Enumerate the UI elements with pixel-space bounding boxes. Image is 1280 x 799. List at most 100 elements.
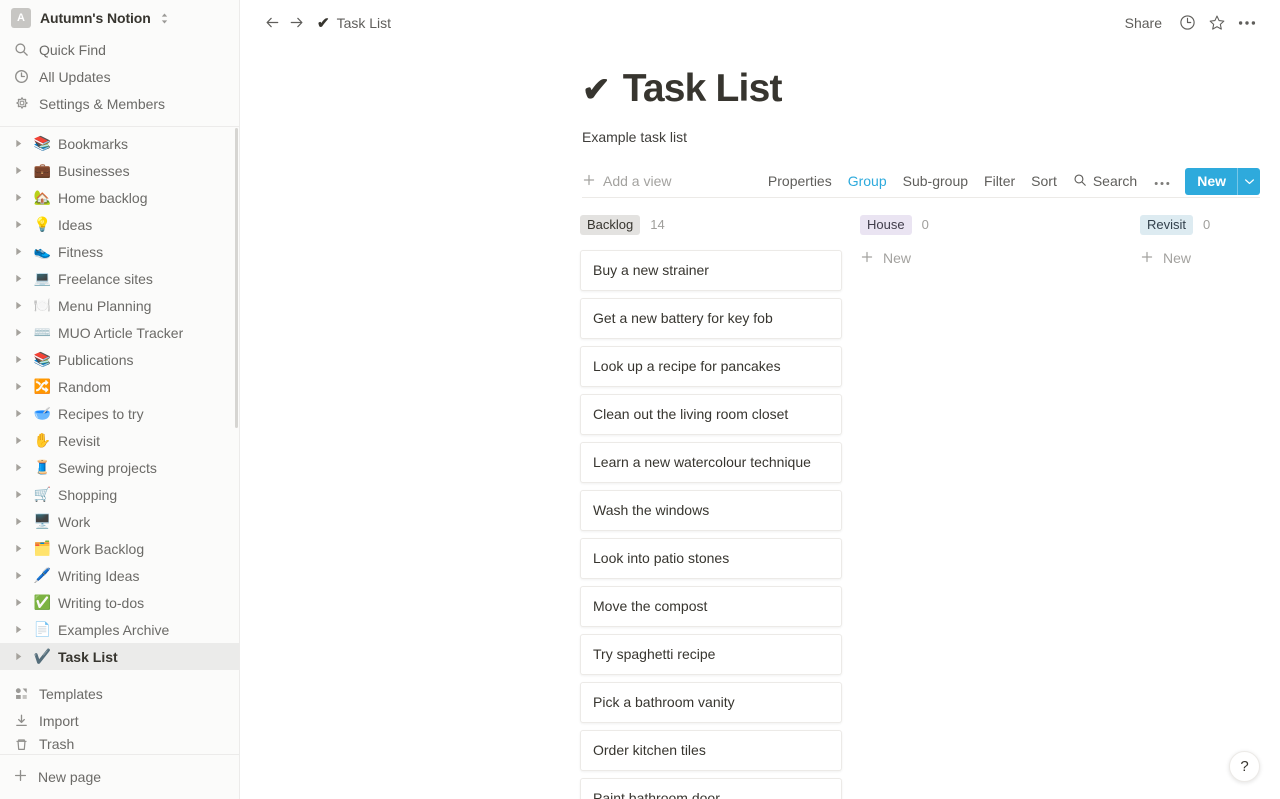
sidebar-item-publications[interactable]: 📚 Publications bbox=[0, 346, 239, 373]
chevron-right-icon[interactable] bbox=[11, 544, 27, 553]
chevron-right-icon[interactable] bbox=[11, 328, 27, 337]
chevron-right-icon[interactable] bbox=[11, 652, 27, 661]
sidebar-item-recipes-to-try[interactable]: 🥣 Recipes to try bbox=[0, 400, 239, 427]
board-card[interactable]: Order kitchen tiles bbox=[580, 729, 842, 771]
board-card[interactable]: Wash the windows bbox=[580, 489, 842, 531]
board-card[interactable]: Look into patio stones bbox=[580, 537, 842, 579]
sidebar-item-writing-ideas[interactable]: 🖊️ Writing Ideas bbox=[0, 562, 239, 589]
sidebar-item-label: Templates bbox=[39, 685, 103, 702]
sidebar-item-shopping[interactable]: 🛒 Shopping bbox=[0, 481, 239, 508]
sidebar-item-work-backlog[interactable]: 🗂️ Work Backlog bbox=[0, 535, 239, 562]
chevron-right-icon[interactable] bbox=[11, 220, 27, 229]
chevron-right-icon[interactable] bbox=[11, 247, 27, 256]
chevron-right-icon[interactable] bbox=[11, 436, 27, 445]
star-icon[interactable] bbox=[1202, 9, 1232, 37]
sidebar-item-task-list[interactable]: ✔️ Task List bbox=[0, 643, 239, 670]
page-emoji: 🖥️ bbox=[33, 513, 52, 529]
board-card[interactable]: Look up a recipe for pancakes bbox=[580, 345, 842, 387]
column-header[interactable]: Revisit 0 bbox=[1140, 212, 1280, 238]
clock-icon[interactable] bbox=[1172, 9, 1202, 37]
search-button[interactable]: Search bbox=[1065, 173, 1145, 190]
new-button[interactable]: New bbox=[1185, 167, 1260, 195]
help-button[interactable]: ? bbox=[1229, 751, 1260, 782]
sidebar-item-templates[interactable]: Templates bbox=[0, 680, 239, 707]
properties-button[interactable]: Properties bbox=[760, 173, 840, 189]
column-count: 14 bbox=[650, 217, 665, 233]
column-name-badge: Backlog bbox=[580, 214, 641, 235]
chevron-right-icon[interactable] bbox=[11, 625, 27, 634]
sidebar-scrollbar[interactable] bbox=[235, 128, 238, 428]
chevron-right-icon[interactable] bbox=[11, 193, 27, 202]
chevron-right-icon[interactable] bbox=[11, 355, 27, 364]
sidebar-item-all-updates[interactable]: All Updates bbox=[0, 63, 239, 90]
arrow-right-icon[interactable] bbox=[284, 11, 308, 35]
arrow-left-icon[interactable] bbox=[260, 11, 284, 35]
sidebar-item-settings-members[interactable]: Settings & Members bbox=[0, 90, 239, 117]
board-card[interactable]: Learn a new watercolour technique bbox=[580, 441, 842, 483]
page-emoji: 📚 bbox=[33, 351, 52, 367]
sidebar-item-writing-to-dos[interactable]: ✅ Writing to-dos bbox=[0, 589, 239, 616]
sidebar-item-label: Settings & Members bbox=[39, 95, 166, 112]
templates-icon bbox=[13, 686, 29, 701]
sidebar-item-muo-article-tracker[interactable]: ⌨️ MUO Article Tracker bbox=[0, 319, 239, 346]
add-view-button[interactable]: Add a view bbox=[582, 173, 671, 190]
chevron-right-icon[interactable] bbox=[11, 166, 27, 175]
board-view: Backlog 14 Buy a new strainer Get a new bat… bbox=[240, 212, 1280, 799]
chevron-right-icon[interactable] bbox=[11, 463, 27, 472]
board-card[interactable]: Buy a new strainer bbox=[580, 249, 842, 291]
filter-button[interactable]: Filter bbox=[976, 173, 1023, 189]
sidebar-item-trash[interactable]: Trash bbox=[0, 734, 239, 754]
chevron-right-icon[interactable] bbox=[11, 490, 27, 499]
chevron-right-icon[interactable] bbox=[11, 409, 27, 418]
board-card[interactable]: Clean out the living room closet bbox=[580, 393, 842, 435]
chevron-right-icon[interactable] bbox=[11, 139, 27, 148]
board-card[interactable]: Get a new battery for key fob bbox=[580, 297, 842, 339]
chevron-right-icon[interactable] bbox=[11, 517, 27, 526]
chevron-down-icon[interactable] bbox=[1238, 168, 1260, 195]
sidebar-item-label: Publications bbox=[58, 351, 134, 368]
search-icon bbox=[1073, 173, 1087, 190]
chevron-right-icon[interactable] bbox=[11, 274, 27, 283]
sort-button[interactable]: Sort bbox=[1023, 173, 1065, 189]
chevron-right-icon[interactable] bbox=[11, 571, 27, 580]
workspace-switcher[interactable]: A Autumn's Notion bbox=[0, 0, 239, 36]
chevron-right-icon[interactable] bbox=[11, 598, 27, 607]
column-header[interactable]: Backlog 14 bbox=[580, 212, 860, 238]
board-card[interactable]: Try spaghetti recipe bbox=[580, 633, 842, 675]
sidebar-item-menu-planning[interactable]: 🍽️ Menu Planning bbox=[0, 292, 239, 319]
sub-group-button[interactable]: Sub-group bbox=[895, 173, 976, 189]
column-new-card-button[interactable]: New bbox=[860, 250, 1122, 267]
top-bar: ✔ Task List Share bbox=[240, 0, 1280, 45]
chevron-right-icon[interactable] bbox=[11, 301, 27, 310]
group-button[interactable]: Group bbox=[840, 173, 895, 189]
sidebar-item-random[interactable]: 🔀 Random bbox=[0, 373, 239, 400]
new-page-button[interactable]: New page bbox=[0, 755, 239, 799]
ellipsis-icon[interactable] bbox=[1232, 9, 1262, 37]
breadcrumb[interactable]: ✔ Task List bbox=[317, 14, 391, 32]
sidebar-item-bookmarks[interactable]: 📚 Bookmarks bbox=[0, 130, 239, 157]
column-header[interactable]: House 0 bbox=[860, 212, 1140, 238]
main-content: ✔ Task List Share ✔ Task List Example ta… bbox=[240, 0, 1280, 799]
chevron-right-icon[interactable] bbox=[11, 382, 27, 391]
sidebar-item-quick-find[interactable]: Quick Find bbox=[0, 36, 239, 63]
column-count: 0 bbox=[921, 217, 929, 233]
board-card[interactable]: Move the compost bbox=[580, 585, 842, 627]
sidebar-item-home-backlog[interactable]: 🏡 Home backlog bbox=[0, 184, 239, 211]
sidebar-item-revisit[interactable]: ✋ Revisit bbox=[0, 427, 239, 454]
board-card[interactable]: Pick a bathroom vanity bbox=[580, 681, 842, 723]
sidebar-item-examples-archive[interactable]: 📄 Examples Archive bbox=[0, 616, 239, 643]
view-more-icon[interactable] bbox=[1145, 174, 1179, 189]
sidebar-item-fitness[interactable]: 👟 Fitness bbox=[0, 238, 239, 265]
column-cards: New bbox=[860, 250, 1140, 267]
share-button[interactable]: Share bbox=[1115, 15, 1172, 31]
sidebar-item-businesses[interactable]: 💼 Businesses bbox=[0, 157, 239, 184]
sidebar-item-import[interactable]: Import bbox=[0, 707, 239, 734]
gear-icon bbox=[13, 96, 29, 111]
sidebar-item-work[interactable]: 🖥️ Work bbox=[0, 508, 239, 535]
sidebar-item-ideas[interactable]: 💡 Ideas bbox=[0, 211, 239, 238]
page-emoji: 💼 bbox=[33, 162, 52, 178]
sidebar-item-sewing-projects[interactable]: 🧵 Sewing projects bbox=[0, 454, 239, 481]
column-new-card-button[interactable]: New bbox=[1140, 250, 1280, 267]
board-card[interactable]: Paint bathroom door bbox=[580, 777, 842, 799]
sidebar-item-freelance-sites[interactable]: 💻 Freelance sites bbox=[0, 265, 239, 292]
